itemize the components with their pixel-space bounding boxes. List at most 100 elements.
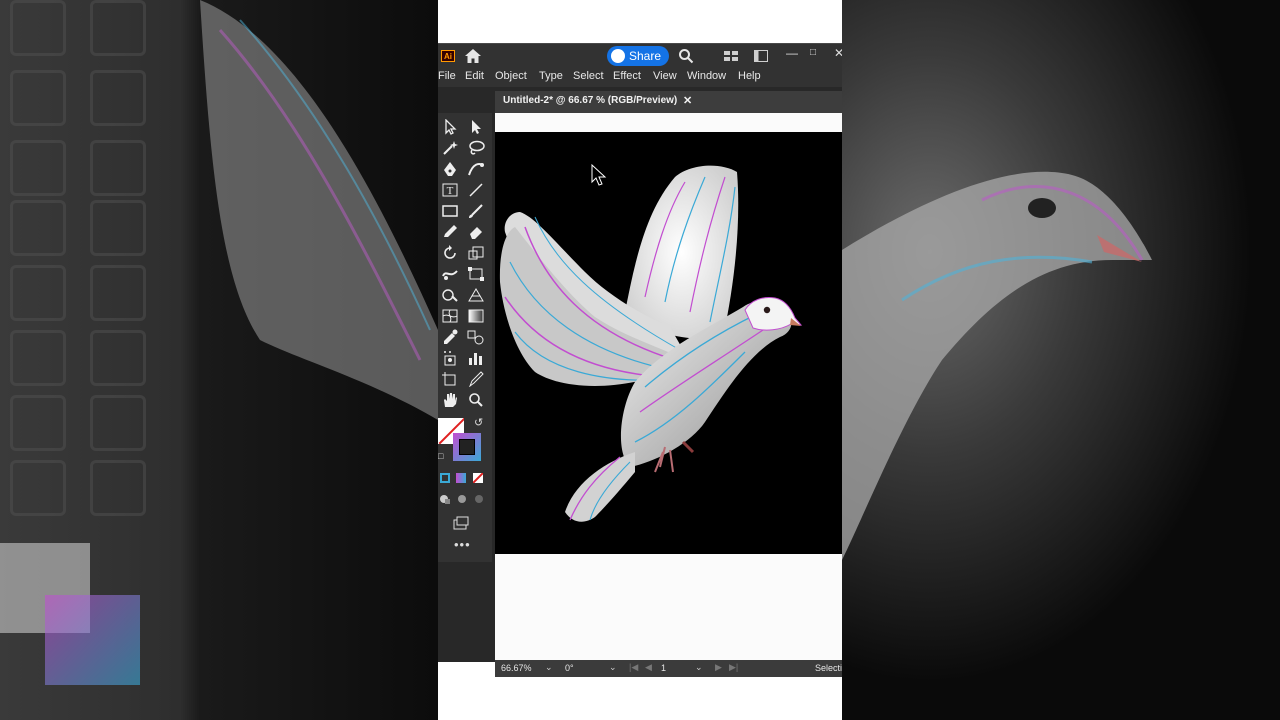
default-fill-stroke-icon[interactable]: □ [438,451,443,461]
menu-window[interactable]: Window [687,70,726,82]
blurred-stroke-swatch [45,595,140,685]
document-tab-bar: Untitled-2* @ 66.67 % (RGB/Preview) ✕ [495,91,842,113]
direct-selection-tool-icon[interactable] [467,119,485,135]
blend-tool-icon[interactable] [467,329,485,345]
document-tab[interactable]: Untitled-2* @ 66.67 % (RGB/Preview) [503,95,677,106]
blurred-graph-icon [90,330,146,386]
zoom-dropdown-chevron-icon[interactable]: ⌄ [545,662,553,673]
previous-artboard-icon[interactable]: ◀ [645,662,652,673]
draw-normal-icon[interactable] [439,493,451,505]
hand-tool-icon[interactable] [441,392,459,408]
menu-type[interactable]: Type [539,70,563,82]
share-label: Share [628,49,661,63]
paintbrush-tool-icon[interactable] [467,203,485,219]
gradient-tool-icon[interactable] [467,308,485,324]
perspective-grid-tool-icon[interactable] [467,287,485,303]
menu-object[interactable]: Object [495,70,527,82]
scale-tool-icon[interactable] [467,245,485,261]
swap-fill-stroke-icon[interactable]: ↺ [474,416,483,429]
color-mode-icon[interactable] [440,473,450,483]
illustrator-logo: Ai [441,50,455,62]
lasso-tool-icon[interactable] [467,140,485,156]
maximize-icon[interactable]: □ [810,47,816,58]
draw-inside-icon[interactable] [473,493,485,505]
next-artboard-icon[interactable]: ▶ [715,662,722,673]
dove-illustration [499,163,803,522]
slice-tool-icon[interactable] [467,371,485,387]
menu-edit[interactable]: Edit [465,70,484,82]
tools-panel: T ↺ □ ••• [438,113,492,562]
blurred-perspective-icon [90,140,146,196]
artboard-number[interactable]: 1 [661,663,666,673]
none-mode-icon[interactable] [473,473,483,483]
blurred-blend-icon [90,265,146,321]
curvature-tool-icon[interactable] [467,161,485,177]
status-bar: 66.67% ⌄ 0° ⌄ |◀ ◀ 1 ⌄ ▶ ▶| Selecti [495,660,842,677]
blurred-crop-icon [10,395,66,451]
menu-bar: File Edit Object Type Select Effect View… [438,67,842,87]
stroke-swatch[interactable] [453,433,481,461]
pen-tool-icon[interactable] [441,161,459,177]
user-icon [611,49,625,63]
selection-tool-icon[interactable] [441,119,459,135]
last-artboard-icon[interactable]: ▶| [729,662,738,673]
blurred-eyedropper-icon [10,265,66,321]
edit-toolbar-icon[interactable]: ••• [454,537,471,552]
blurred-background-right [842,0,1280,720]
first-artboard-icon[interactable]: |◀ [629,662,638,673]
tab-close-icon[interactable]: ✕ [683,94,692,107]
blurred-mesh-icon [10,200,66,256]
blurred-artboard-icon [90,0,146,56]
blurred-zoom-icon [90,460,146,516]
menu-file[interactable]: File [438,70,456,82]
type-tool-icon[interactable]: T [441,182,459,198]
title-bar: Ai Share — □ ✕ [438,43,842,68]
blurred-hand-icon [10,460,66,516]
zoom-tool-icon[interactable] [467,392,485,408]
blurred-shape-builder-icon [10,140,66,196]
blurred-free-transform-icon [90,70,146,126]
blurred-symbol-icon [10,330,66,386]
eyedropper-tool-icon[interactable] [441,329,459,345]
rotate-tool-icon[interactable] [441,245,459,261]
pencil-tool-icon[interactable] [441,224,459,240]
menu-select[interactable]: Select [573,70,604,82]
artboard-tool-icon[interactable] [441,371,459,387]
mesh-tool-icon[interactable] [441,308,459,324]
shape-builder-tool-icon[interactable] [441,287,459,303]
current-tool-label: Selecti [815,663,842,673]
menu-help[interactable]: Help [738,70,761,82]
blurred-warp-icon [10,70,66,126]
menu-effect[interactable]: Effect [613,70,641,82]
menu-view[interactable]: View [653,70,677,82]
search-icon[interactable] [678,48,694,64]
zoom-level[interactable]: 66.67% [501,663,532,673]
home-icon[interactable] [464,48,482,64]
blurred-gradient-icon [90,200,146,256]
warp-tool-icon[interactable] [441,266,459,282]
share-button[interactable]: Share [607,46,669,66]
artboard [495,132,842,554]
line-segment-tool-icon[interactable] [467,182,485,198]
blurred-dove-head [842,171,1152,560]
screen-mode-icon[interactable] [452,515,470,531]
draw-behind-icon[interactable] [456,493,468,505]
free-transform-tool-icon[interactable] [467,266,485,282]
rectangle-tool-icon[interactable] [441,203,459,219]
illustrator-app: Ai Share — □ ✕ File Edit Object Type Sel… [438,0,842,720]
workspace-switcher-icon[interactable] [754,50,768,62]
artboard-dropdown-chevron-icon[interactable]: ⌄ [695,662,703,673]
symbol-sprayer-tool-icon[interactable] [441,350,459,366]
arrange-documents-icon[interactable] [724,50,738,62]
minimize-icon[interactable]: — [786,46,798,60]
column-graph-tool-icon[interactable] [467,350,485,366]
blurred-knife-icon [90,395,146,451]
magic-wand-tool-icon[interactable] [441,140,459,156]
blurred-background-left [0,0,438,720]
close-icon[interactable]: ✕ [834,46,842,60]
rotation-dropdown-chevron-icon[interactable]: ⌄ [609,662,617,673]
rotation-value[interactable]: 0° [565,663,574,673]
blurred-dove-wing-left [200,0,438,420]
gradient-mode-icon[interactable] [456,473,466,483]
eraser-tool-icon[interactable] [467,224,485,240]
